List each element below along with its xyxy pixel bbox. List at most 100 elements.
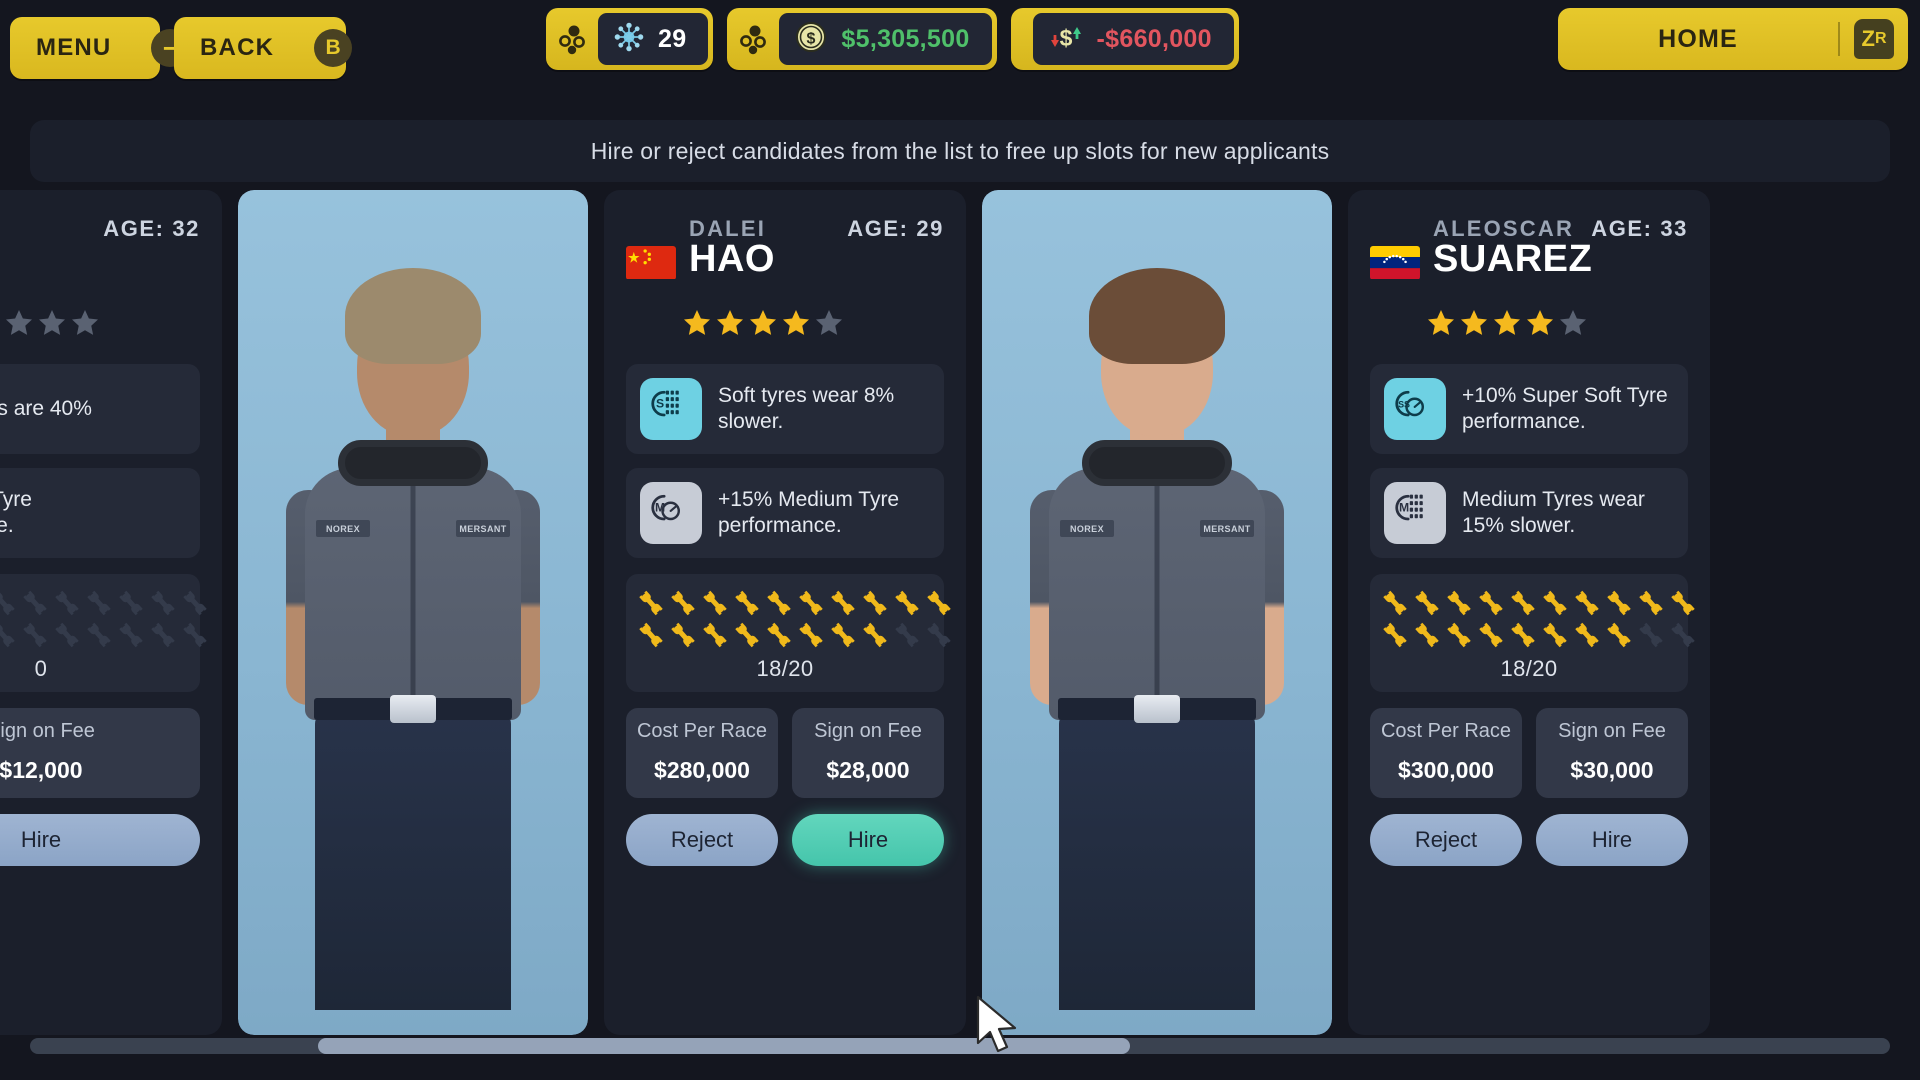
research-points-value: 29 (658, 24, 687, 53)
perk-description: +10% Super Soft Tyre performance. (1462, 384, 1668, 433)
skill-rating-box: 18/20 (1370, 574, 1695, 692)
perk-row: S Soft tyres wear 8% slower. (626, 364, 944, 454)
reject-button[interactable]: Reject (1370, 814, 1522, 866)
wrench-empty-icon (23, 590, 47, 616)
hire-button[interactable]: Hire (1536, 814, 1688, 866)
wrench-empty-icon (119, 622, 143, 648)
money-value-box: $ $5,305,500 (779, 13, 992, 65)
top-bar: MENU − BACK B 29 $ $5,305,500 $ -$660,00… (0, 0, 1920, 96)
perk-icon-wrapper: SS (1384, 378, 1446, 440)
skill-rating-value: 18/20 (1500, 656, 1558, 681)
skill-rating-value: 0 (34, 656, 48, 681)
skill-rating-box: 0 (0, 574, 207, 692)
perk-description: Medium Tyres wear 15% slower. (1462, 488, 1645, 537)
cost-label: Cost Per Race (636, 720, 768, 742)
b-button-icon: B (314, 29, 353, 67)
star-empty-icon (72, 310, 98, 335)
menu-button-label: MENU (36, 34, 112, 61)
super-soft-tyre-perf-icon: SS (1395, 390, 1425, 417)
horizontal-scrollbar[interactable] (30, 1038, 1890, 1054)
candidate-header: ALEOSCAR AGE: 33 SUAREZ (1370, 212, 1688, 304)
hire-button[interactable]: Hire (792, 814, 944, 866)
portrait-background: NOREX MERSANT (982, 190, 1332, 1035)
uniform-patch-left: NOREX (316, 520, 370, 537)
wrench-filled-icon (1639, 590, 1663, 616)
flag-venezuela-icon (1370, 246, 1420, 280)
wrench-filled-icon (1415, 622, 1439, 648)
hire-button[interactable]: Hire (0, 814, 200, 866)
perk-row: Sft Tyrence. (0, 468, 200, 558)
svg-text:M: M (1399, 501, 1409, 515)
star-filled-icon (783, 310, 809, 335)
figure-hair (1089, 268, 1225, 364)
wrench-empty-icon (151, 622, 175, 648)
wrench-grid (1380, 588, 1695, 650)
candidate-star-rating (626, 308, 944, 342)
wrench-filled-icon (767, 590, 791, 616)
resource-bar: 29 $ $5,305,500 $ -$660,000 (546, 8, 1239, 70)
cost-box: Sign on Fee $28,000 (792, 708, 944, 798)
cost-value: $12,000 (0, 757, 83, 783)
wrench-filled-icon (735, 590, 759, 616)
candidate-card[interactable]: DALEI AGE: 29 HAO S Soft tyres wear 8% slowe… (604, 190, 966, 1035)
star-empty-icon (6, 310, 32, 335)
svg-text:S: S (656, 397, 664, 411)
wrench-filled-icon (1607, 590, 1631, 616)
cost-box: Cost Per Race $280,000 (626, 708, 778, 798)
cost-row: Cost Per Race $280,000 Sign on Fee $28,000 (626, 708, 944, 798)
wrench-filled-icon (1479, 622, 1503, 648)
scrollbar-thumb[interactable] (318, 1038, 1130, 1054)
net-income-value-box: $ -$660,000 (1032, 13, 1234, 65)
star-filled-icon (684, 310, 710, 335)
candidate-age: AGE: 29 (847, 216, 944, 241)
candidate-last-name: SUAREZ (1433, 238, 1593, 280)
figure-shirt-placket (1154, 482, 1160, 712)
svg-text:$: $ (1059, 25, 1072, 51)
wrench-filled-icon (1447, 622, 1471, 648)
perk-row: Sges are 40% (0, 364, 200, 454)
svg-text:$: $ (807, 30, 816, 47)
home-key-badge: ZR (1854, 19, 1894, 59)
wrench-filled-icon (1511, 590, 1535, 616)
reject-button[interactable]: Reject (626, 814, 778, 866)
wrench-filled-icon (1383, 622, 1407, 648)
wrench-filled-icon (831, 590, 855, 616)
candidate-last-name: HAO (689, 238, 775, 280)
dollar-coin-icon: $ (795, 21, 827, 58)
wrench-filled-icon (863, 590, 887, 616)
candidate-card[interactable]: ALEOSCAR AGE: 33 SUAREZ SS +10% Super Soft T… (1348, 190, 1710, 1035)
perk-description: ft Tyrence. (0, 488, 32, 537)
candidate-card[interactable]: AGE: 32 Sges are 40% Sft Tyrence. 0 Sign on … (0, 190, 222, 1035)
uniform-patch-left: NOREX (1060, 520, 1114, 537)
wrench-empty-icon (1671, 622, 1695, 648)
wrench-empty-icon (23, 622, 47, 648)
star-empty-icon (0, 308, 1, 338)
soft-tyre-wear-icon: S (651, 390, 679, 417)
cluster-dots-icon (556, 23, 590, 55)
uniform-patch-right: MERSANT (456, 520, 510, 537)
cost-label: Sign on Fee (1558, 720, 1666, 742)
back-button[interactable]: BACK B (174, 17, 353, 79)
candidate-flag (626, 246, 676, 280)
candidate-list[interactable]: AGE: 32 Sges are 40% Sft Tyrence. 0 Sign on … (0, 190, 1920, 1035)
candidate-perks: Sges are 40% Sft Tyrence. (0, 364, 200, 558)
cost-value: $30,000 (1570, 757, 1654, 783)
wrench-empty-icon (1639, 622, 1663, 648)
menu-button[interactable]: MENU − (10, 17, 190, 79)
wrench-filled-icon (1511, 622, 1535, 648)
star-filled-icon (1494, 310, 1520, 335)
cost-row: Cost Per Race $300,000 Sign on Fee $30,000 (1370, 708, 1688, 798)
star-filled-icon (1461, 310, 1487, 335)
research-points-value-box: 29 (598, 13, 709, 65)
cost-box: Cost Per Race $300,000 (1370, 708, 1522, 798)
cost-label: Sign on Fee (0, 720, 95, 742)
wrench-empty-icon (0, 590, 15, 616)
home-button[interactable]: HOME ZR (1558, 8, 1908, 70)
perk-icon-wrapper: S (640, 378, 702, 440)
wrench-filled-icon (1575, 590, 1599, 616)
star-empty-icon (816, 310, 842, 335)
wrench-filled-icon (639, 622, 663, 648)
perk-description: Soft tyres wear 8% slower. (718, 384, 895, 433)
star-filled-icon (1527, 310, 1553, 335)
uniform-patch-right: MERSANT (1200, 520, 1254, 537)
